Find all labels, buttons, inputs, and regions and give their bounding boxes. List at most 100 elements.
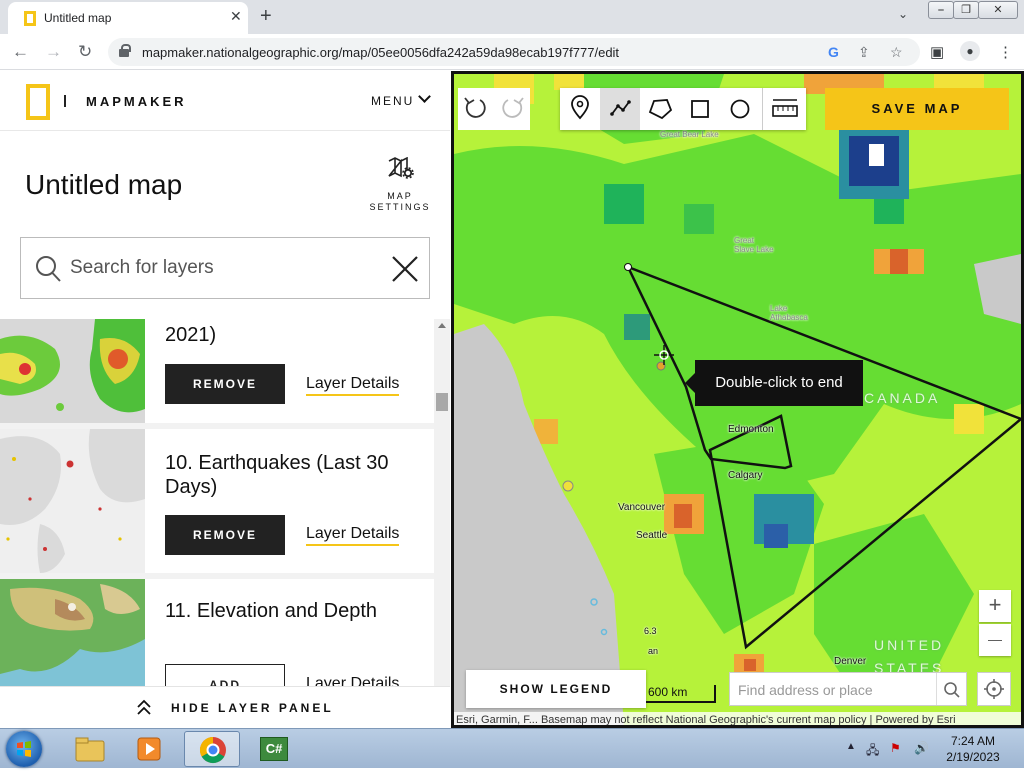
measure-tool-button[interactable]: [762, 88, 806, 130]
divider: [936, 673, 937, 705]
share-icon[interactable]: ⇪: [858, 44, 870, 61]
profile-avatar-icon[interactable]: ●: [960, 41, 980, 61]
polygon-icon: [648, 99, 673, 120]
restore-button[interactable]: ❐: [953, 1, 979, 19]
volume-icon[interactable]: 🔊: [914, 741, 929, 755]
layer-list: 2021) REMOVE Layer Details 10. Earthquak…: [0, 319, 434, 686]
system-clock[interactable]: 7:24 AM 2/19/2023: [938, 733, 1008, 765]
zoom-out-button[interactable]: —: [979, 624, 1011, 656]
map-label-denver: Denver: [834, 656, 867, 667]
taskbar-explorer[interactable]: [62, 731, 118, 767]
layer-details-link[interactable]: Layer Details: [306, 375, 400, 396]
side-panel-icon[interactable]: ▣: [930, 43, 944, 61]
point-tool-button[interactable]: [560, 88, 600, 130]
map-settings-label[interactable]: MAP SETTINGS: [360, 191, 440, 213]
draw-tooltip: Double-click to end: [685, 360, 863, 406]
search-icon[interactable]: [943, 681, 961, 699]
map-attribution[interactable]: Esri, Garmin, F... Basemap may not refle…: [454, 712, 1021, 725]
add-layer-button[interactable]: ADD: [165, 664, 285, 686]
circle-tool-button[interactable]: [720, 88, 760, 130]
drawing-toolbar: [560, 88, 806, 130]
media-player-icon: [137, 737, 161, 761]
search-input[interactable]: Search for layers: [70, 257, 214, 279]
save-map-button[interactable]: SAVE MAP: [825, 88, 1009, 130]
map-canvas[interactable]: Great Bear Lake Great Slave Lake Lake At…: [451, 71, 1024, 728]
network-icon[interactable]: 🖧: [866, 741, 879, 762]
google-translate-icon[interactable]: G: [828, 44, 839, 60]
new-tab-button[interactable]: +: [260, 5, 272, 28]
browser-tab[interactable]: Untitled map ✕: [8, 2, 248, 34]
forward-arrow-icon[interactable]: →: [45, 42, 62, 62]
layer-details-link[interactable]: Layer Details: [306, 675, 399, 686]
url-text[interactable]: mapmaker.nationalgeographic.org/map/05ee…: [142, 45, 619, 60]
start-button[interactable]: [6, 731, 42, 767]
show-legend-button[interactable]: SHOW LEGEND: [466, 670, 646, 708]
brand-name[interactable]: MAPMAKER: [86, 94, 187, 109]
natgeo-favicon-icon: [24, 11, 36, 26]
taskbar-chrome[interactable]: [184, 731, 240, 767]
address-search-box[interactable]: Find address or place: [729, 672, 967, 706]
logo-divider: [64, 95, 66, 107]
zoom-in-button[interactable]: +: [979, 590, 1011, 622]
layer-thumbnail: [0, 579, 145, 686]
hide-layer-panel-bar[interactable]: HIDE LAYER PANEL: [0, 686, 450, 728]
map-settings-icon[interactable]: [388, 157, 414, 179]
omnibox[interactable]: mapmaker.nationalgeographic.org/map/05ee…: [108, 38, 920, 66]
layer-list-scrollbar[interactable]: [434, 319, 450, 686]
hide-layer-panel-label: HIDE LAYER PANEL: [171, 701, 334, 715]
tab-close-icon[interactable]: ✕: [230, 8, 242, 25]
rectangle-tool-button[interactable]: [680, 88, 720, 130]
map-label-seattle: Seattle: [636, 530, 668, 541]
taskbar-media-player[interactable]: [122, 731, 178, 767]
locate-button[interactable]: [977, 672, 1011, 706]
map-label-partial: an: [648, 646, 659, 656]
remove-layer-button[interactable]: REMOVE: [165, 364, 285, 404]
scale-bar: 600 km: [646, 685, 716, 703]
scrollbar-thumb[interactable]: [436, 393, 448, 411]
map-settings-text: MAP SETTINGS: [369, 191, 431, 212]
layer-card: 10. Earthquakes (Last 30 Days) REMOVE La…: [0, 429, 434, 573]
close-icon[interactable]: [391, 255, 419, 283]
window-close-button[interactable]: ✕: [978, 1, 1018, 19]
scroll-up-arrow-icon[interactable]: [438, 323, 446, 328]
folder-icon: [75, 737, 105, 762]
layer-name: 11. Elevation and Depth: [165, 600, 378, 622]
layer-details-link[interactable]: Layer Details: [306, 525, 400, 546]
scale-label: 600 km: [648, 685, 688, 699]
undo-icon: [464, 97, 486, 118]
reload-icon[interactable]: ↻: [78, 42, 92, 62]
action-center-icon[interactable]: ⚑: [890, 741, 901, 755]
back-arrow-icon[interactable]: ←: [12, 42, 29, 62]
map-label-calgary: Calgary: [728, 470, 763, 481]
layer-thumbnail: [0, 319, 145, 423]
layer-card: 2021) REMOVE Layer Details: [0, 319, 434, 423]
windows-logo-icon: [17, 741, 31, 757]
measure-icon: [772, 99, 798, 117]
map-label-canada: CANADA: [864, 390, 941, 406]
remove-layer-button[interactable]: REMOVE: [165, 515, 285, 555]
tab-search-chevron-icon[interactable]: ⌄: [898, 7, 908, 21]
taskbar-csharp-app[interactable]: C#: [246, 731, 302, 767]
map-label-edmonton: Edmonton: [728, 424, 774, 435]
address-search-input[interactable]: Find address or place: [738, 682, 873, 698]
app-header: MAPMAKER MENU: [0, 71, 450, 131]
line-tool-button[interactable]: [600, 88, 640, 130]
chrome-icon: [199, 736, 226, 764]
menu-button[interactable]: MENU: [371, 94, 414, 108]
natgeo-logo-icon[interactable]: [26, 84, 50, 120]
map-label-united: UNITED: [874, 637, 945, 653]
map-label-athabasca: Lake Athabasca: [770, 304, 808, 322]
tray-overflow-icon[interactable]: ▲: [846, 741, 856, 752]
polygon-tool-button[interactable]: [640, 88, 680, 130]
layer-name: 10. Earthquakes (Last 30 Days): [165, 452, 389, 498]
minimize-button[interactable]: ⎯: [928, 1, 954, 19]
bookmark-star-icon[interactable]: ☆: [890, 44, 903, 61]
layer-search-box[interactable]: Search for layers: [20, 237, 430, 299]
kebab-menu-icon[interactable]: ⋮: [998, 43, 1013, 61]
undo-redo-group: [458, 88, 530, 130]
map-title[interactable]: Untitled map: [25, 169, 182, 201]
chevron-down-icon[interactable]: [418, 90, 431, 103]
lock-icon: [119, 44, 131, 57]
tab-strip: Untitled map ✕ + ⌄ ⎯ ❐ ✕: [0, 0, 1024, 34]
locate-icon: [984, 679, 1004, 699]
